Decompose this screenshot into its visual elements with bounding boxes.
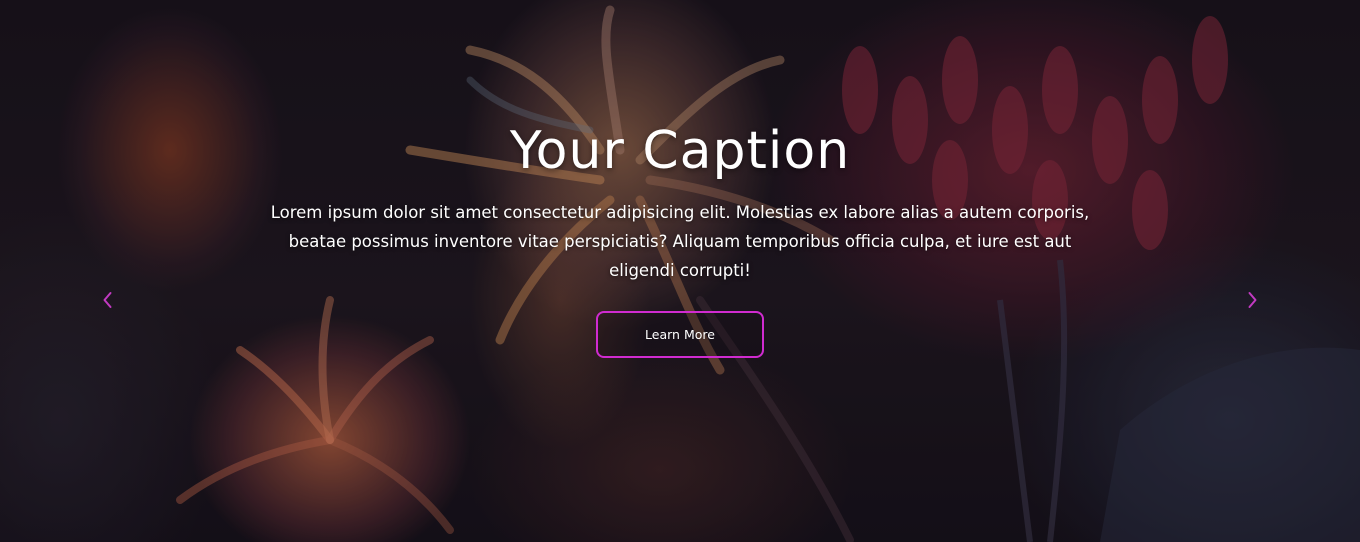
caption-description: Lorem ipsum dolor sit amet consectetur a… [270, 203, 1090, 280]
learn-more-button[interactable]: Learn More [596, 311, 764, 358]
chevron-right-icon [1248, 292, 1257, 308]
hero-carousel: Your Caption Lorem ipsum dolor sit amet … [0, 0, 1360, 542]
caption-block: Your Caption Lorem ipsum dolor sit amet … [260, 118, 1100, 358]
carousel-prev-button[interactable] [96, 288, 120, 312]
carousel-next-button[interactable] [1240, 288, 1264, 312]
caption-title: Your Caption [509, 121, 851, 181]
chevron-left-icon [103, 292, 112, 308]
